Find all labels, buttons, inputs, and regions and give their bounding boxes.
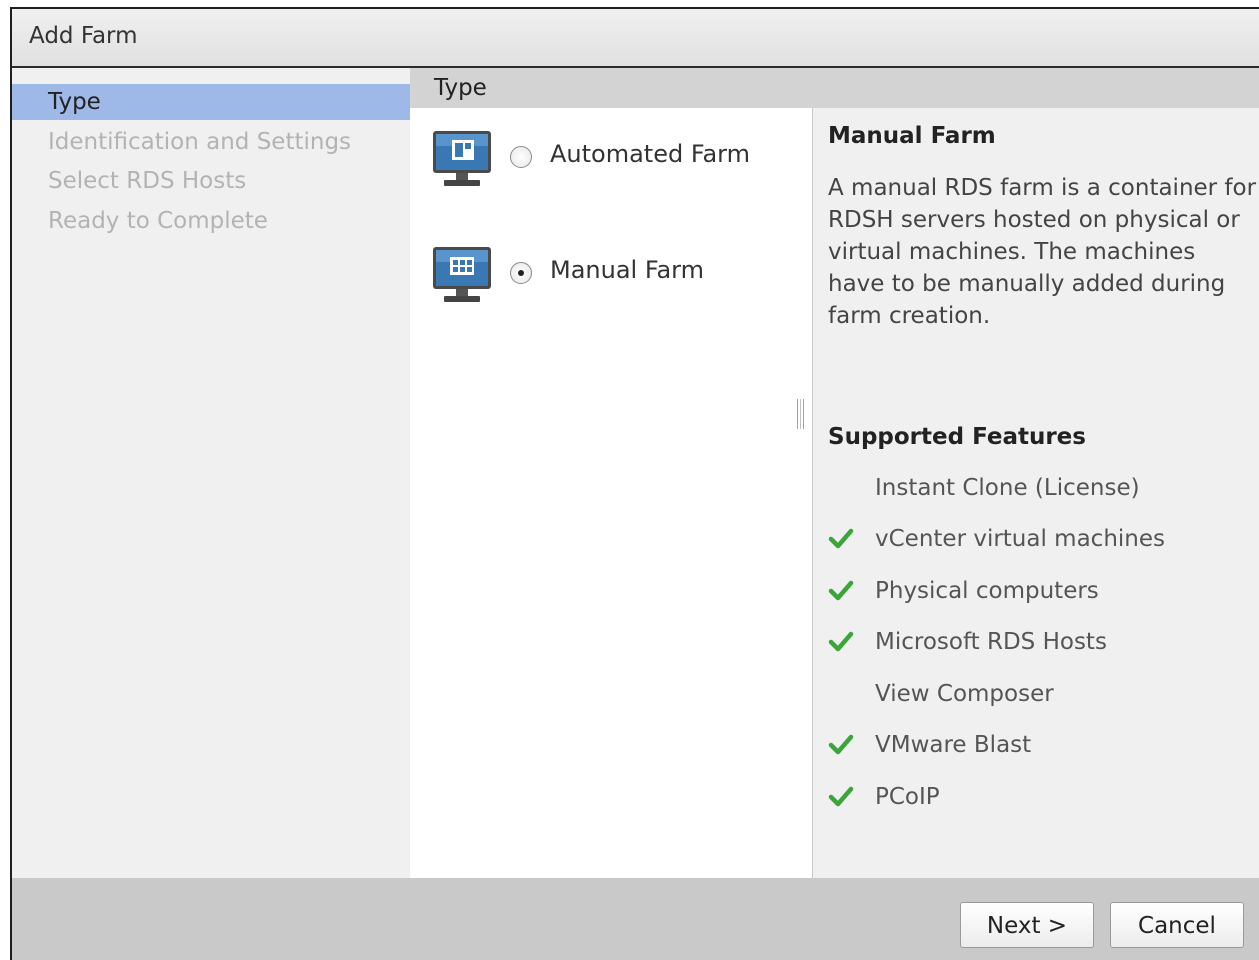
sidebar-item-ready-to-complete: Ready to Complete [48,208,268,234]
details-pane: Manual Farm A manual RDS farm is a conta… [813,108,1259,878]
check-icon [828,734,854,755]
farm-type-options: Automated Farm Manual Farm [410,108,813,878]
manual-farm-label[interactable]: Manual Farm [550,256,704,284]
sidebar-item-type[interactable]: Type [12,84,410,120]
feature-label: View Composer [875,681,1054,707]
next-button[interactable]: Next > [960,902,1094,948]
automated-farm-label[interactable]: Automated Farm [550,140,750,168]
feature-label: vCenter virtual machines [875,526,1166,552]
check-icon [828,528,854,549]
automated-farm-monitor-icon [433,131,491,186]
wizard-steps-sidebar: Type Identification and Settings Select … [12,68,410,878]
dialog-titlebar: Add Farm [12,9,1259,68]
feature-label: Physical computers [875,578,1099,604]
content-header: Type [410,68,1259,108]
automated-farm-radio[interactable] [510,146,532,168]
feature-label: Microsoft RDS Hosts [875,629,1107,655]
add-farm-dialog: Add Farm Type Identification and Setting… [10,7,1259,960]
manual-farm-radio[interactable] [510,262,532,284]
content-pane: Type Automated Farm Manual Farm Manual F… [410,68,1259,878]
dialog-title: Add Farm [29,23,138,49]
supported-features-title: Supported Features [828,424,1086,450]
feature-label: PCoIP [875,784,940,810]
sidebar-item-identification: Identification and Settings [48,129,352,155]
check-icon [828,631,854,652]
feature-label: Instant Clone (License) [875,475,1140,501]
check-icon [828,786,854,807]
check-icon [828,580,854,601]
dialog-footer: Next > Cancel [12,878,1259,960]
details-title: Manual Farm [828,123,996,149]
radio-selected-dot [518,270,524,276]
manual-farm-monitor-icon [433,247,491,302]
feature-label: VMware Blast [875,732,1032,758]
pane-splitter-handle[interactable] [797,399,804,429]
details-description: A manual RDS farm is a container for RDS… [828,175,1257,329]
sidebar-item-select-rds-hosts: Select RDS Hosts [48,168,247,194]
cancel-button[interactable]: Cancel [1110,902,1244,948]
